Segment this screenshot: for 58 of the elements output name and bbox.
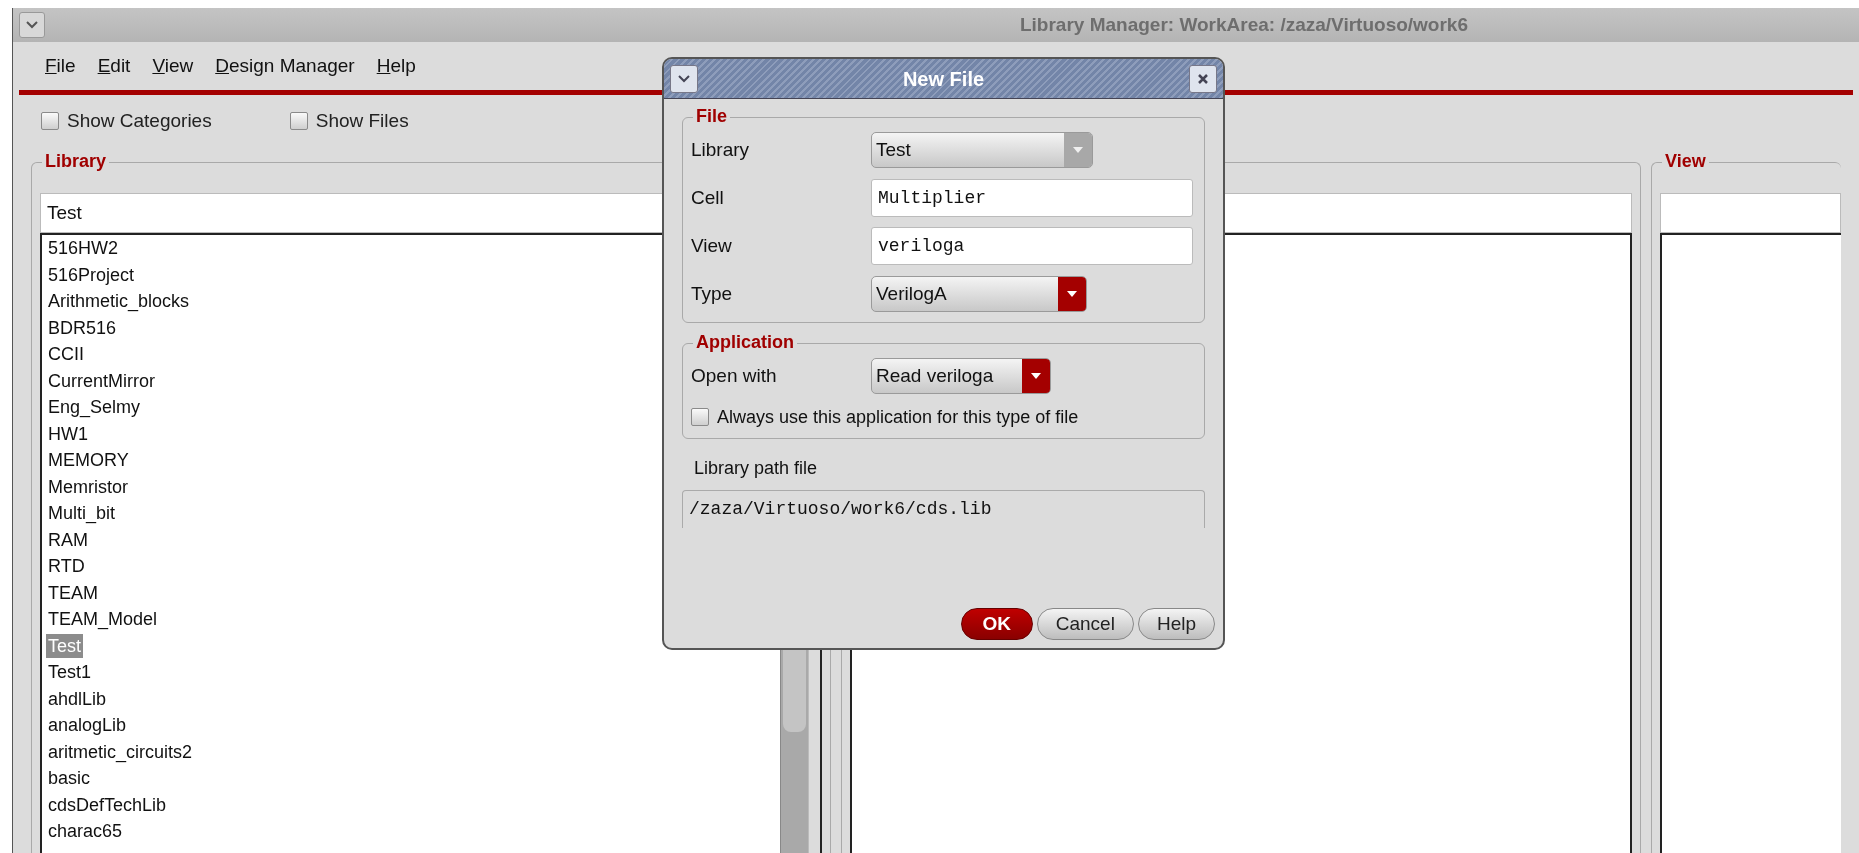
library-item[interactable]: MEMORY: [46, 448, 131, 473]
library-item[interactable]: basic: [46, 766, 93, 791]
close-button[interactable]: [1189, 64, 1217, 93]
library-item[interactable]: charac65: [46, 819, 125, 844]
dialog-button[interactable]: Cancel: [1036, 608, 1134, 640]
path-field: /zaza/Virtuoso/work6/cds.lib: [682, 490, 1205, 528]
library-item[interactable]: Eng_Selmy: [46, 395, 143, 420]
checkbox-label: Always use this application for this type of file: [717, 405, 1079, 429]
library-item[interactable]: Memristor: [46, 474, 130, 499]
library-item[interactable]: Arithmetic_blocks: [46, 289, 192, 314]
library-item[interactable]: CCII: [46, 342, 86, 367]
checkbox[interactable]: [41, 112, 59, 131]
dialog-button[interactable]: OK: [960, 608, 1033, 640]
library-item[interactable]: cdsDefTechLib: [46, 792, 169, 817]
library-item[interactable]: HW1: [46, 421, 90, 446]
window-title: Library Manager: WorkArea: /zaza/Virtuoso/work6: [1019, 12, 1468, 37]
library-item[interactable]: ahdlLib: [46, 686, 109, 711]
library-item[interactable]: BDR516: [46, 315, 119, 340]
dialog-title: New File: [902, 66, 985, 92]
library-item[interactable]: CurrentMirror: [46, 368, 157, 393]
library-item[interactable]: TEAM_Model: [46, 607, 160, 632]
checkbox[interactable]: [691, 408, 709, 426]
library-item[interactable]: aritmetic_circuits2: [46, 739, 195, 764]
view-filter-field[interactable]: [1660, 193, 1841, 233]
field-label: Type: [691, 281, 734, 306]
close-icon: [1197, 72, 1209, 85]
checkbox[interactable]: [289, 112, 308, 131]
library-item[interactable]: TEAM: [46, 580, 100, 605]
caret-icon: [1073, 147, 1083, 153]
library-item[interactable]: RAM: [46, 527, 90, 552]
menu-item[interactable]: Design Manager: [215, 51, 355, 81]
field-label: Open with: [691, 363, 778, 388]
field-label: Library path file: [694, 457, 819, 480]
checkbox-label: Show Files: [315, 109, 409, 133]
library-item[interactable]: RTD: [46, 554, 87, 579]
dialog-button[interactable]: Help: [1137, 608, 1215, 640]
menu-item[interactable]: View: [152, 51, 194, 81]
field-label: Library: [691, 137, 751, 162]
library-item[interactable]: analogLib: [46, 713, 129, 738]
chevron-down-icon: [26, 20, 38, 29]
window-menu-button[interactable]: [670, 64, 698, 93]
input-field[interactable]: Multiplier: [871, 179, 1193, 217]
chevron-down-icon: [678, 74, 690, 83]
field-label: View: [691, 233, 733, 258]
checkbox-label: Show Categories: [67, 109, 212, 133]
caret-icon: [1031, 373, 1041, 379]
dropdown[interactable]: VerilogA: [871, 276, 1087, 312]
library-item[interactable]: 516HW2: [46, 236, 121, 261]
menu-item[interactable]: Help: [376, 51, 416, 81]
caret-icon: [1067, 291, 1077, 297]
window-menu-button[interactable]: [19, 11, 45, 38]
library-item[interactable]: Multi_bit: [46, 501, 118, 526]
library-item[interactable]: Test1: [46, 660, 94, 685]
input-field[interactable]: veriloga: [871, 227, 1193, 265]
menu-item[interactable]: Edit: [97, 51, 131, 81]
dropdown[interactable]: Read veriloga: [871, 358, 1051, 394]
library-item[interactable]: 516Project: [46, 262, 137, 287]
menu-item[interactable]: File: [45, 51, 76, 81]
